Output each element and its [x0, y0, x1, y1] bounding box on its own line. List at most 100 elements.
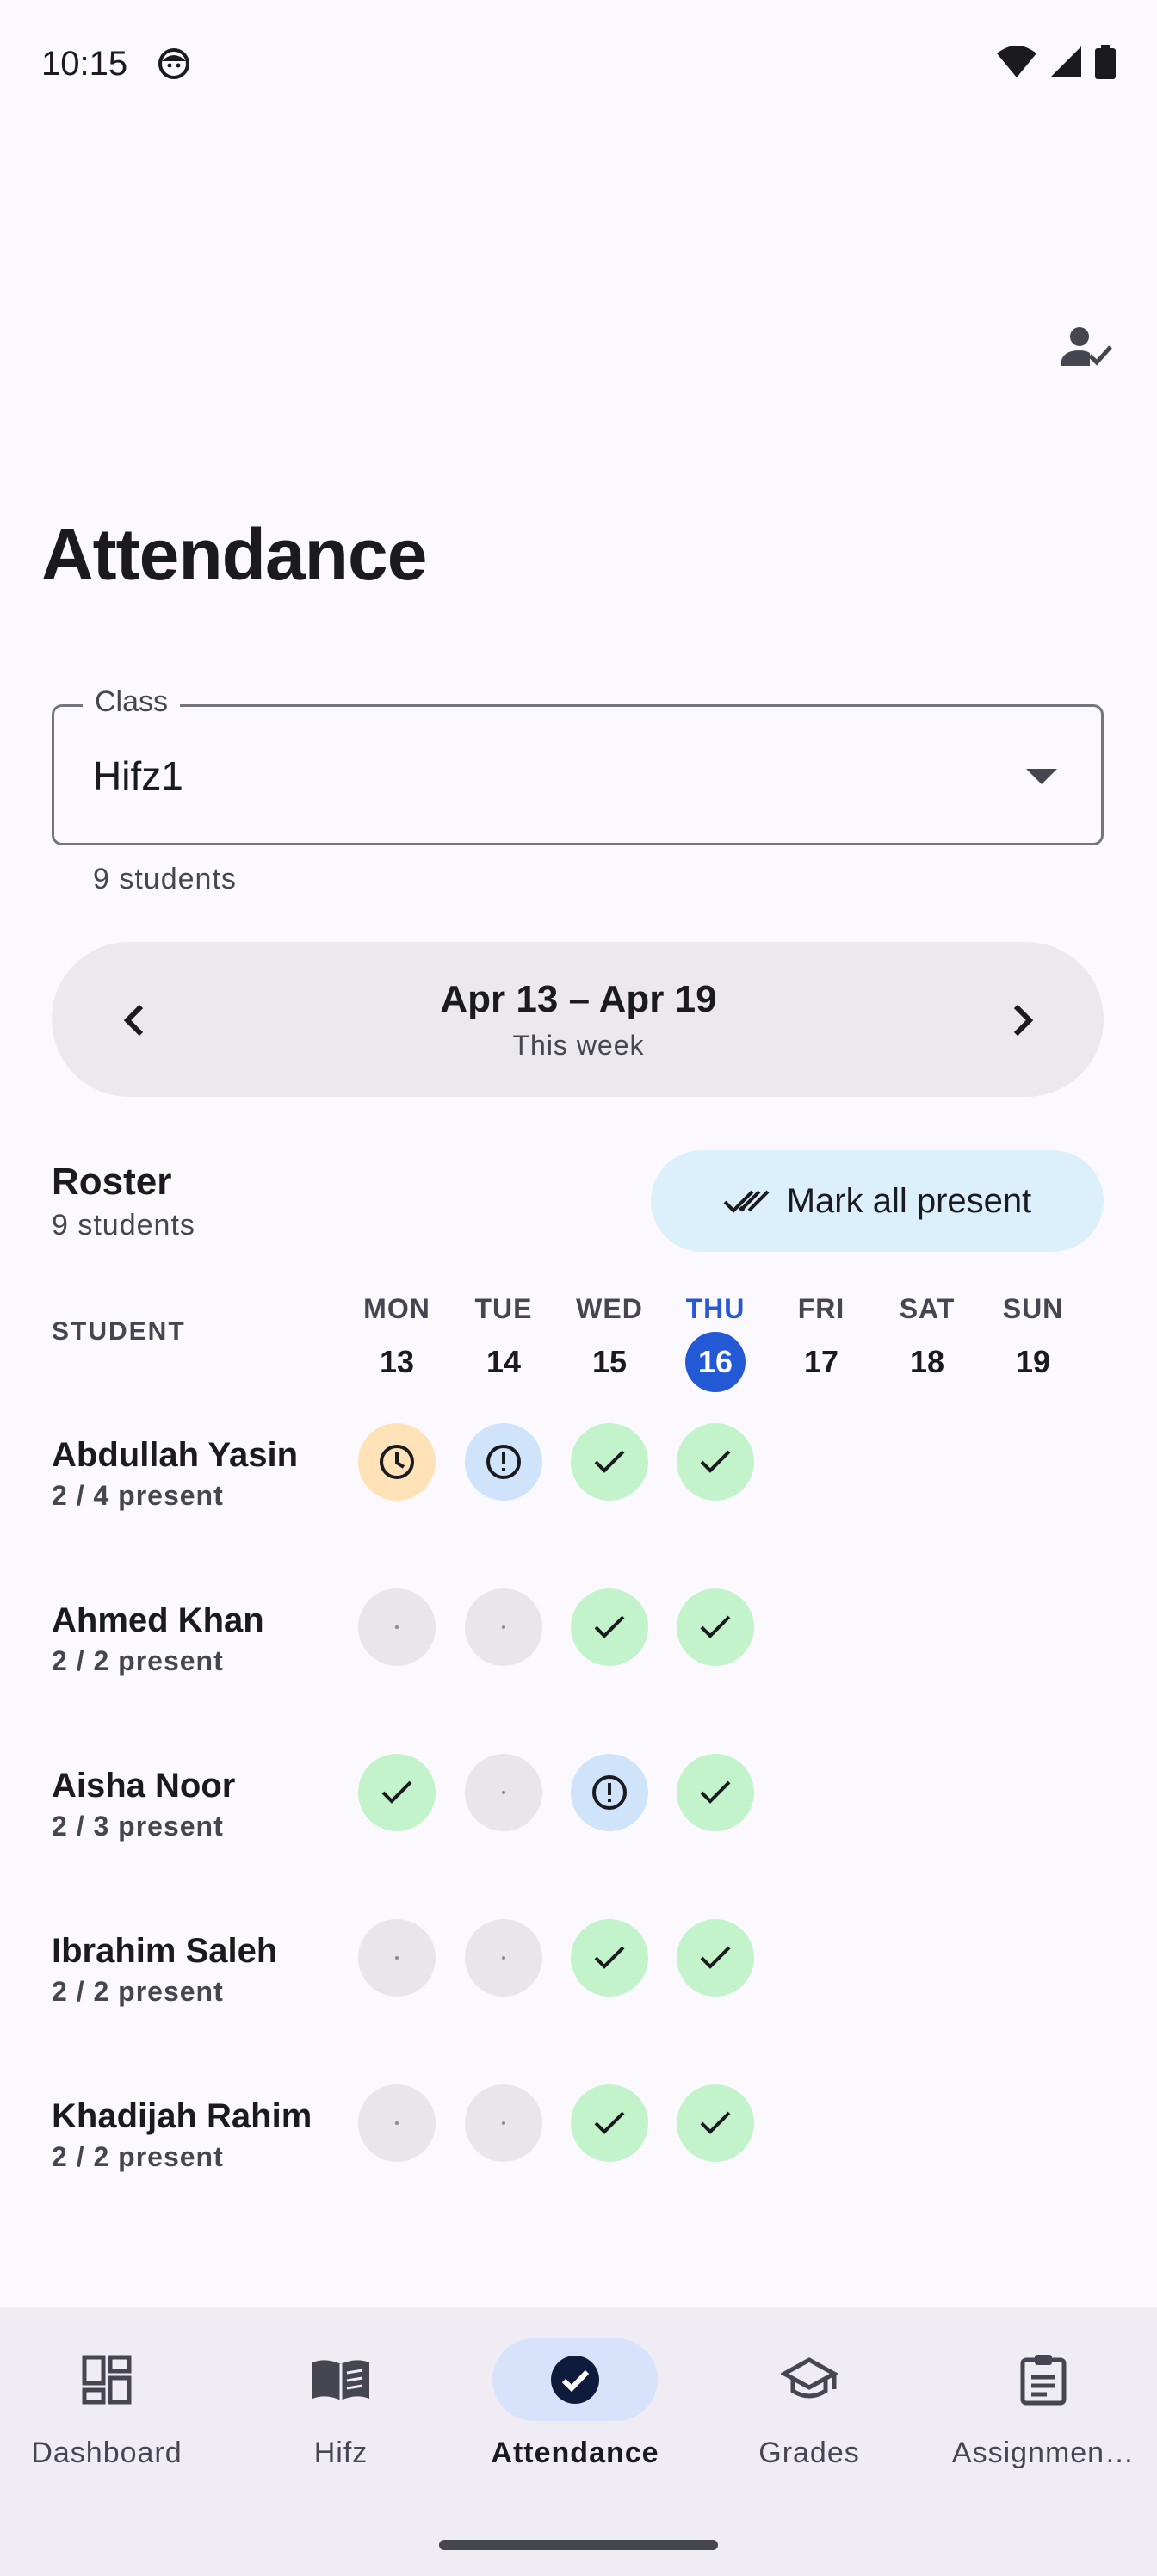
class-dropdown[interactable]	[52, 704, 1104, 845]
day-number: 18	[909, 1344, 945, 1379]
nav-item-attendance[interactable]: Attendance	[460, 2338, 690, 2470]
nav-item-hifz[interactable]: Hifz	[226, 2338, 456, 2470]
attendance-cell-present[interactable]	[677, 2084, 754, 2162]
day-number: 19	[1015, 1344, 1051, 1379]
day-header-mon[interactable]: MON 13	[345, 1293, 449, 1392]
nav-label: Assignmen…	[951, 2437, 1135, 2469]
day-number: 16	[664, 1332, 767, 1392]
mark-all-present-button[interactable]: Mark all present	[651, 1150, 1104, 1252]
attendance-cell-none[interactable]	[465, 1919, 542, 1997]
attendance-cell-present[interactable]	[677, 1423, 754, 1501]
mark-all-present-label: Mark all present	[786, 1181, 1032, 1220]
attendance-cell-present[interactable]	[677, 1588, 754, 1666]
week-range: Apr 13 – Apr 19	[440, 978, 717, 1020]
day-number: 14	[486, 1344, 522, 1379]
nav-label: Dashboard	[31, 2437, 183, 2469]
signal-icon	[1050, 46, 1081, 77]
day-header-sun[interactable]: SUN 19	[981, 1293, 1085, 1392]
roster-title: Roster	[52, 1161, 172, 1203]
nav-label: Grades	[758, 2437, 860, 2469]
attendance-cell-none[interactable]	[358, 1588, 436, 1666]
student-summary: 2 / 2 present	[52, 1976, 224, 2007]
empty-dot-icon	[502, 2121, 505, 2125]
attendance-cell-none[interactable]	[465, 2084, 542, 2162]
empty-dot-icon	[395, 1956, 399, 1960]
attendance-cell-none[interactable]	[465, 1754, 542, 1831]
student-name: Abdullah Yasin	[52, 1436, 298, 1474]
alert-circle-icon	[591, 1774, 628, 1811]
school-icon	[727, 2338, 892, 2421]
day-number: 15	[591, 1344, 628, 1379]
attendance-cell-none[interactable]	[358, 2084, 436, 2162]
clock-icon	[378, 1443, 416, 1481]
check-icon	[592, 2109, 627, 2137]
attendance-cell-none[interactable]	[465, 1588, 542, 1666]
attendance-cell-none[interactable]	[358, 1919, 436, 1997]
class-field-label: Class	[83, 685, 181, 719]
day-header-tue[interactable]: TUE 14	[452, 1293, 555, 1392]
day-number: 17	[803, 1344, 839, 1379]
student-summary: 2 / 2 present	[52, 2141, 224, 2172]
attendance-cell-excused[interactable]	[465, 1423, 542, 1501]
student-row[interactable]: Ibrahim Saleh 2 / 2 present	[52, 1932, 277, 2008]
week-subtitle: This week	[512, 1030, 645, 1061]
attendance-cell-present[interactable]	[571, 2084, 648, 2162]
day-header-sat[interactable]: SAT 18	[875, 1293, 979, 1392]
attendance-cell-late[interactable]	[358, 1423, 436, 1501]
student-name: Aisha Noor	[52, 1767, 236, 1805]
attendance-cell-present[interactable]	[677, 1919, 754, 1997]
alert-circle-icon	[485, 1443, 523, 1481]
student-name: Ibrahim Saleh	[52, 1932, 278, 1970]
empty-dot-icon	[502, 1791, 505, 1794]
attendance-cell-present[interactable]	[571, 1588, 648, 1666]
student-column-header: STUDENT	[52, 1317, 186, 1346]
nav-item-grades[interactable]: Grades	[694, 2338, 925, 2470]
day-header-wed[interactable]: WED 15	[558, 1293, 661, 1392]
roster-count: 9 students	[52, 1209, 195, 1242]
empty-dot-icon	[502, 1625, 505, 1629]
attendance-cell-present[interactable]	[571, 1919, 648, 1997]
student-summary: 2 / 3 present	[52, 1811, 224, 1842]
student-name: Khadijah Rahim	[52, 2097, 312, 2135]
nav-label: Attendance	[491, 2437, 659, 2469]
empty-dot-icon	[502, 1956, 505, 1960]
day-header-fri[interactable]: FRI 17	[770, 1293, 873, 1392]
student-row[interactable]: Ahmed Khan 2 / 2 present	[52, 1601, 264, 1677]
double-check-icon	[723, 1190, 770, 1213]
nav-item-assignmen[interactable]: Assignmen…	[928, 2338, 1157, 2470]
attendance-cell-present[interactable]	[571, 1423, 648, 1501]
status-icons	[997, 45, 1116, 79]
take-attendance-button[interactable]	[1057, 317, 1117, 377]
attendance-cell-present[interactable]	[358, 1754, 436, 1831]
book-icon	[258, 2338, 424, 2421]
class-field-value: Hifz1	[93, 753, 183, 798]
check-icon	[592, 1613, 627, 1641]
day-name: TUE	[474, 1293, 533, 1324]
day-name: WED	[576, 1293, 643, 1324]
attendance-cell-present[interactable]	[677, 1754, 754, 1831]
person-check-icon	[1061, 327, 1112, 366]
nav-label: Hifz	[313, 2437, 368, 2469]
nav-item-dashboard[interactable]: Dashboard	[0, 2338, 222, 2470]
attendance-cell-excused[interactable]	[571, 1754, 648, 1831]
dropdown-arrow-icon[interactable]	[1026, 769, 1057, 784]
day-name: MON	[363, 1293, 430, 1324]
check-icon	[698, 1613, 733, 1641]
notification-face-icon	[158, 47, 190, 80]
student-row[interactable]: Abdullah Yasin 2 / 4 present	[52, 1436, 298, 1512]
day-number: 13	[379, 1344, 415, 1379]
page-title: Attendance	[41, 514, 427, 595]
check-icon	[592, 1944, 627, 1972]
status-time: 10:15	[41, 45, 128, 83]
dashboard-icon	[24, 2338, 189, 2421]
student-row[interactable]: Khadijah Rahim 2 / 2 present	[52, 2097, 312, 2173]
day-name: SAT	[899, 1293, 956, 1324]
day-header-thu[interactable]: THU 16	[664, 1293, 767, 1392]
student-summary: 2 / 2 present	[52, 1645, 224, 1676]
check-icon	[698, 2109, 733, 2137]
check-icon	[698, 1779, 733, 1806]
home-indicator	[439, 2540, 718, 2550]
empty-dot-icon	[395, 1625, 399, 1629]
check-icon	[380, 1779, 414, 1806]
student-row[interactable]: Aisha Noor 2 / 3 present	[52, 1767, 235, 1842]
